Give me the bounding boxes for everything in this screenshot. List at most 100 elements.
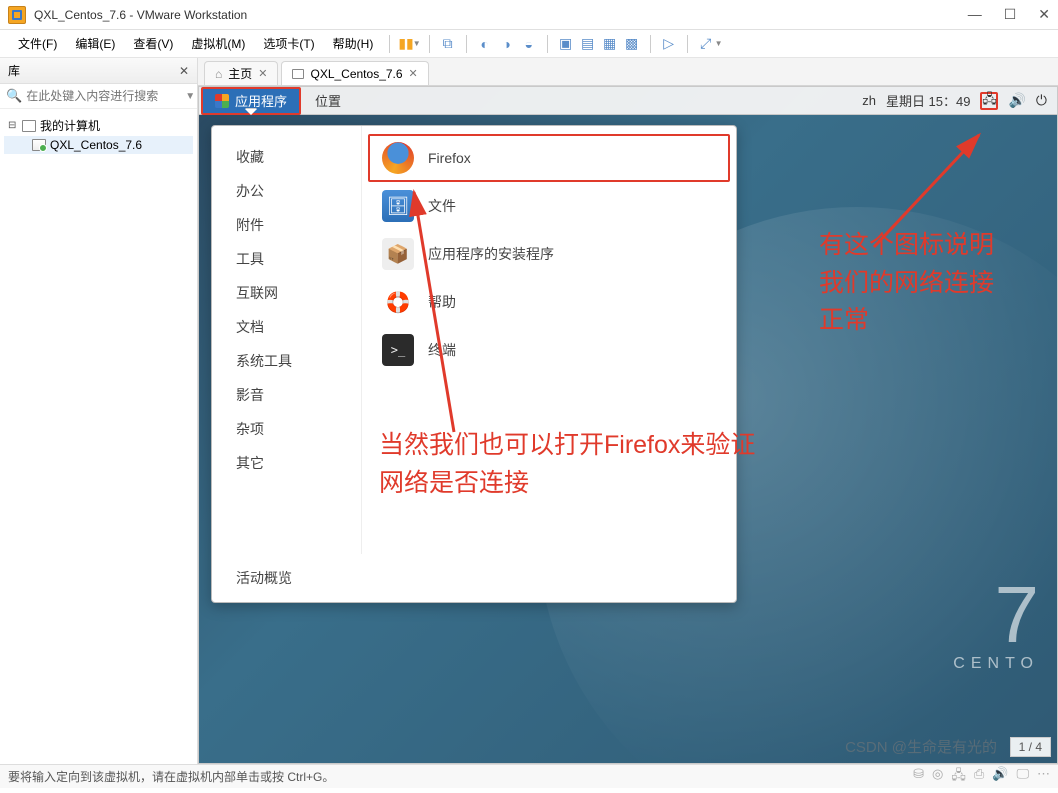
- annotation-network-text: 有这个图标说明 我们的网络连接 正常: [819, 227, 994, 340]
- close-button[interactable]: ✕: [1038, 6, 1050, 23]
- app-help-label: 帮助: [428, 292, 456, 312]
- library-title: 库: [8, 62, 20, 79]
- library-search: 🔍 ▼: [0, 84, 197, 109]
- category-list: 收藏 办公 附件 工具 互联网 文档 系统工具 影音 杂项 其它: [212, 126, 362, 554]
- status-more-icon: ⋯: [1037, 766, 1050, 788]
- vm-tabs: ⌂ 主页 ✕ QXL_Centos_7.6 ✕: [198, 58, 1058, 86]
- app-files[interactable]: 文件: [368, 182, 730, 230]
- category-tools[interactable]: 工具: [212, 242, 361, 276]
- menu-vm[interactable]: 虚拟机(M): [183, 32, 253, 55]
- vm-display[interactable]: 应用程序 位置 zh 星期日 15：49 🖧 🔊 ⏻: [198, 86, 1058, 764]
- window-title: QXL_Centos_7.6 - VMware Workstation: [34, 8, 247, 22]
- library-search-input[interactable]: [26, 89, 181, 103]
- menu-help[interactable]: 帮助(H): [325, 32, 382, 55]
- statusbar: 要将输入定向到该虚拟机，请在虚拟机内部单击或按 Ctrl+G。 ⛁ ◎ 🖧 ⎙ …: [0, 764, 1058, 788]
- view-unity-icon[interactable]: ▦: [600, 34, 620, 54]
- applications-menu: 收藏 办公 附件 工具 互联网 文档 系统工具 影音 杂项 其它: [211, 125, 737, 603]
- status-net-icon: 🖧: [951, 766, 966, 788]
- app-firefox-label: Firefox: [428, 150, 471, 166]
- tree-vm-qxl-centos[interactable]: QXL_Centos_7.6: [4, 136, 193, 154]
- snapshot-manage-icon[interactable]: ◒: [519, 34, 539, 54]
- category-accessories[interactable]: 附件: [212, 208, 361, 242]
- status-sound-icon: 🔊: [992, 766, 1008, 788]
- applications-icon: [215, 94, 229, 108]
- console-icon[interactable]: ▷: [659, 34, 679, 54]
- status-cd-icon: ◎: [932, 766, 943, 788]
- menu-file[interactable]: 文件(F): [10, 32, 65, 55]
- category-office[interactable]: 办公: [212, 174, 361, 208]
- status-display-icon: 🖵: [1016, 766, 1029, 788]
- category-favorites[interactable]: 收藏: [212, 140, 361, 174]
- search-dropdown-icon[interactable]: ▼: [185, 91, 195, 102]
- gnome-lang[interactable]: zh: [862, 93, 876, 108]
- centos-name: CENTO: [953, 655, 1039, 673]
- minimize-button[interactable]: —: [968, 6, 982, 23]
- vm-icon: [32, 139, 46, 151]
- installer-icon: [382, 238, 414, 270]
- app-help[interactable]: 帮助: [368, 278, 730, 326]
- menu-tabs[interactable]: 选项卡(T): [255, 32, 322, 55]
- volume-icon[interactable]: 🔊: [1008, 92, 1025, 109]
- category-system[interactable]: 系统工具: [212, 344, 361, 378]
- app-terminal-label: 终端: [428, 340, 456, 360]
- twisty-icon[interactable]: ⊟: [8, 120, 18, 131]
- right-pane: ⌂ 主页 ✕ QXL_Centos_7.6 ✕ 应用程序 位置: [198, 58, 1058, 764]
- statusbar-text: 要将输入定向到该虚拟机，请在虚拟机内部单击或按 Ctrl+G。: [8, 768, 334, 785]
- home-icon: ⌂: [215, 67, 222, 81]
- tree-root-mycomputer[interactable]: ⊟ 我的计算机: [4, 115, 193, 136]
- computer-icon: [22, 120, 36, 132]
- gnome-applications-label: 应用程序: [235, 91, 287, 110]
- motherboard-icon[interactable]: ⧉: [438, 34, 458, 54]
- menu-edit[interactable]: 编辑(E): [67, 32, 123, 55]
- tree-root-label: 我的计算机: [40, 117, 100, 134]
- app-installer[interactable]: 应用程序的安装程序: [368, 230, 730, 278]
- app-files-label: 文件: [428, 196, 456, 216]
- power-icon[interactable]: ⏻: [1036, 92, 1047, 109]
- tab-home-close[interactable]: ✕: [258, 67, 267, 80]
- menu-view[interactable]: 查看(V): [125, 32, 181, 55]
- pause-button[interactable]: ▮▮: [398, 35, 413, 52]
- library-sidebar: 库 ✕ 🔍 ▼ ⊟ 我的计算机 QXL_Centos_7.6: [0, 58, 198, 764]
- gnome-places-button[interactable]: 位置: [303, 87, 353, 115]
- app-terminal[interactable]: 终端: [368, 326, 730, 374]
- tab-vm-label: QXL_Centos_7.6: [310, 67, 402, 81]
- category-internet[interactable]: 互联网: [212, 276, 361, 310]
- help-icon: [382, 286, 414, 318]
- vmware-logo-icon: [8, 6, 26, 24]
- centos-wordmark: 7 CENTO: [953, 575, 1039, 673]
- category-media[interactable]: 影音: [212, 378, 361, 412]
- view-tabs-icon[interactable]: ▤: [578, 34, 598, 54]
- firefox-icon: [382, 142, 414, 174]
- main-split: 库 ✕ 🔍 ▼ ⊟ 我的计算机 QXL_Centos_7.6 ⌂ 主页: [0, 58, 1058, 764]
- view-single-icon[interactable]: ▣: [556, 34, 576, 54]
- app-firefox[interactable]: Firefox: [368, 134, 730, 182]
- category-other[interactable]: 其它: [212, 446, 361, 480]
- network-status-icon[interactable]: 🖧: [980, 92, 998, 110]
- fullscreen-icon[interactable]: ⤢: [696, 34, 716, 54]
- status-usb-icon: ⎙: [974, 766, 984, 788]
- window-controls: — ☐ ✕: [968, 6, 1050, 23]
- activities-overview[interactable]: 活动概览: [212, 554, 736, 602]
- maximize-button[interactable]: ☐: [1004, 6, 1017, 23]
- library-tree: ⊟ 我的计算机 QXL_Centos_7.6: [0, 109, 197, 160]
- centos-version: 7: [953, 575, 1039, 655]
- tab-home[interactable]: ⌂ 主页 ✕: [204, 61, 278, 85]
- view-thumb-icon[interactable]: ▩: [622, 34, 642, 54]
- csdn-watermark: CSDN @生命是有光的: [845, 736, 997, 757]
- tab-vm[interactable]: QXL_Centos_7.6 ✕: [281, 61, 428, 85]
- annotation-firefox-text: 当然我们也可以打开Firefox来验证 网络是否连接: [379, 427, 755, 502]
- category-documents[interactable]: 文档: [212, 310, 361, 344]
- vm-tab-icon: [292, 69, 304, 79]
- library-close-button[interactable]: ✕: [179, 64, 189, 78]
- category-misc[interactable]: 杂项: [212, 412, 361, 446]
- terminal-icon: [382, 334, 414, 366]
- tab-vm-close[interactable]: ✕: [409, 67, 418, 80]
- snapshot-revert-icon[interactable]: ◑: [497, 34, 517, 54]
- gnome-clock[interactable]: 星期日 15：49: [886, 91, 971, 110]
- gnome-places-label: 位置: [315, 91, 341, 110]
- app-installer-label: 应用程序的安装程序: [428, 244, 554, 264]
- snapshot-icon[interactable]: ◐: [475, 34, 495, 54]
- files-icon: [382, 190, 414, 222]
- tree-vm-label: QXL_Centos_7.6: [50, 138, 142, 152]
- gnome-applications-button[interactable]: 应用程序: [201, 87, 301, 115]
